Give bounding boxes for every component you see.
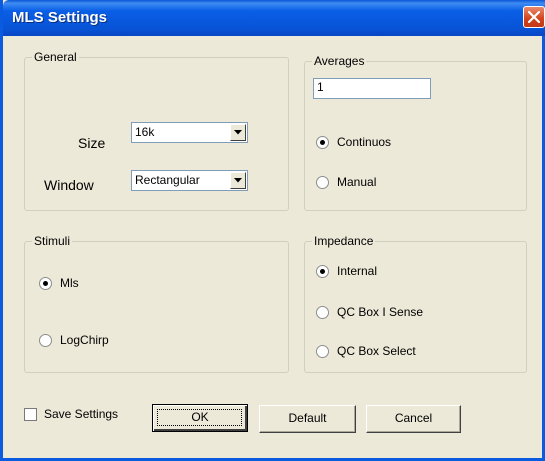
checkbox[interactable] (24, 408, 37, 421)
stimuli-group: Stimuli Mls LogChirp (24, 234, 289, 373)
averages-group: Averages 1 Continuos Manual (304, 54, 527, 211)
chevron-down-icon (234, 178, 242, 183)
ok-button[interactable]: OK (152, 404, 248, 432)
save-settings-label: Save Settings (44, 407, 119, 421)
radio-button[interactable] (316, 176, 329, 189)
radio-button[interactable] (316, 306, 329, 319)
title-bar[interactable]: MLS Settings (3, 0, 545, 36)
averages-input-value: 1 (317, 80, 324, 94)
radio-label: Manual (337, 175, 377, 189)
general-group: General Size 16k Window Rectangular (24, 50, 289, 211)
radio-button[interactable] (39, 334, 52, 347)
radio-label: Internal (337, 264, 378, 278)
window-select-value: Rectangular (135, 173, 200, 187)
close-button[interactable] (523, 6, 545, 28)
window-title: MLS Settings (12, 9, 108, 26)
default-button-label: Default (288, 411, 327, 425)
impedance-group: Impedance Internal QC Box I Sense QC Box… (304, 234, 527, 373)
stimuli-group-label: Stimuli (32, 234, 73, 248)
radio-label: LogChirp (60, 333, 109, 347)
mls-settings-dialog: MLS Settings General Size 16k Window Rec… (0, 0, 545, 461)
radio-button[interactable] (316, 345, 329, 358)
averages-input[interactable]: 1 (313, 78, 431, 99)
averages-group-label: Averages (312, 54, 367, 68)
window-dropdown-button[interactable] (230, 172, 246, 189)
radio-label: QC Box Select (337, 344, 416, 358)
general-group-label: General (32, 50, 79, 64)
chevron-down-icon (234, 130, 242, 135)
default-button[interactable]: Default (259, 405, 356, 433)
cancel-button-label: Cancel (394, 411, 433, 425)
radio-button[interactable] (316, 136, 329, 149)
close-icon (528, 11, 540, 23)
radio-button[interactable] (39, 277, 52, 290)
size-select-value: 16k (135, 125, 155, 139)
window-label: Window (44, 177, 94, 193)
window-select[interactable]: Rectangular (131, 170, 248, 191)
radio-selected-dot (43, 281, 48, 286)
radio-label: Continuos (337, 135, 392, 149)
ok-button-label: OK (191, 410, 209, 424)
cancel-button[interactable]: Cancel (366, 405, 461, 433)
radio-label: QC Box I Sense (337, 305, 424, 319)
radio-selected-dot (320, 269, 325, 274)
impedance-group-label: Impedance (312, 234, 376, 248)
size-dropdown-button[interactable] (230, 124, 246, 141)
size-label: Size (78, 135, 106, 151)
radio-label: Mls (60, 276, 79, 290)
radio-selected-dot (320, 140, 325, 145)
radio-button[interactable] (316, 265, 329, 278)
size-select[interactable]: 16k (131, 122, 248, 143)
